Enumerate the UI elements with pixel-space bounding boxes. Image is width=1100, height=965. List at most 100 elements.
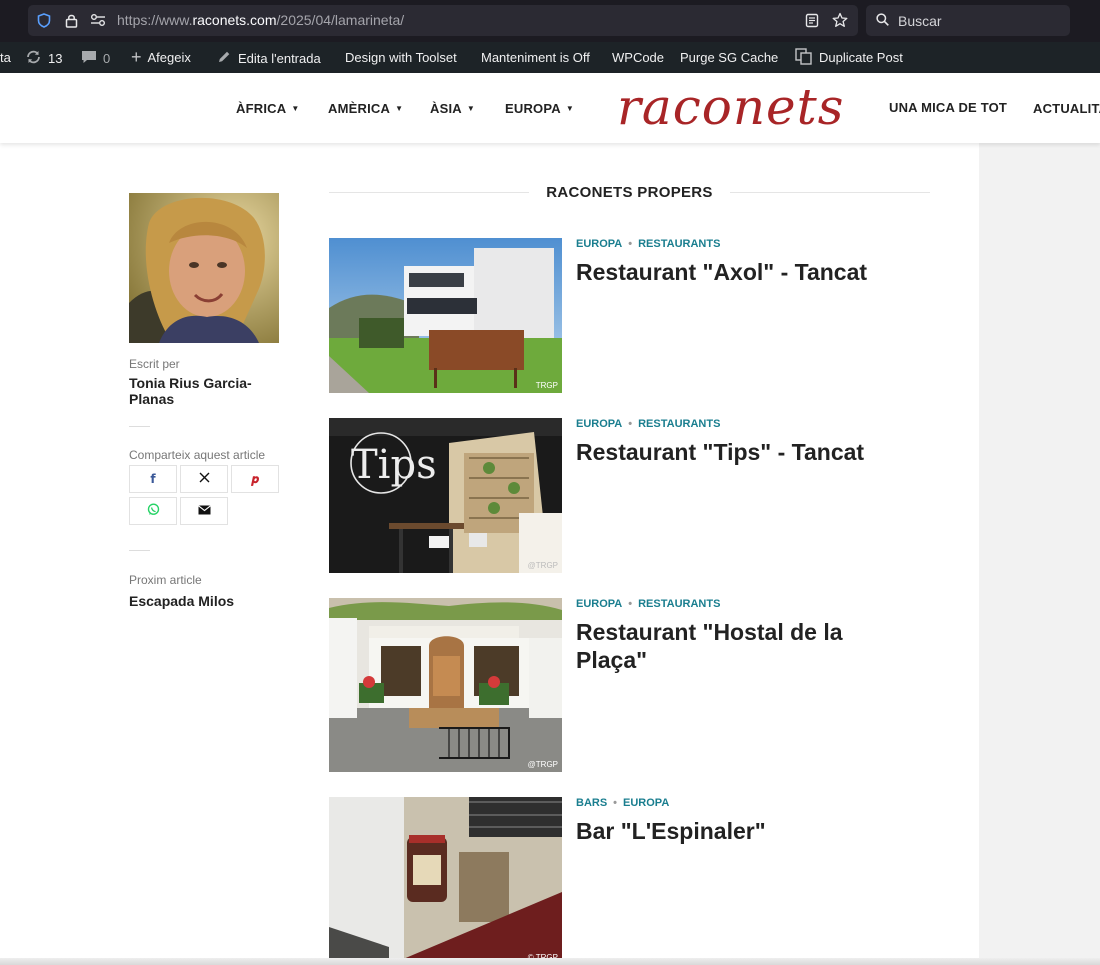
nav-item-europa[interactable]: EUROPA ▼ — [505, 101, 574, 116]
pinterest-icon: 𝒑 — [251, 471, 259, 486]
category-link[interactable]: RESTAURANTS — [638, 598, 720, 610]
category-separator: • — [628, 598, 633, 610]
nav-item-asia[interactable]: ÀSIA ▼ — [430, 101, 475, 116]
photo-watermark: @TRGP — [527, 561, 558, 570]
photo-watermark: @TRGP — [527, 760, 558, 769]
browser-toolbar: https://www.raconets.com/2025/04/lamarin… — [0, 0, 1100, 42]
chevron-down-icon: ▼ — [565, 104, 574, 113]
reader-view-icon[interactable] — [805, 13, 819, 30]
refresh-icon — [25, 50, 42, 66]
comment-icon — [81, 50, 97, 66]
category-link[interactable]: EUROPA — [623, 797, 669, 809]
admin-maintenance[interactable]: Manteniment is Off — [481, 50, 590, 65]
share-email-button[interactable] — [180, 497, 228, 525]
wp-admin-bar: ta 13 0 + Afegeix Edita l'entrada Design… — [0, 42, 1100, 73]
chevron-down-icon: ▼ — [466, 104, 475, 113]
shield-icon[interactable] — [37, 13, 51, 30]
photo-watermark: TRGP — [535, 381, 558, 390]
add-new-label: Afegeix — [147, 50, 191, 65]
post-title[interactable]: Bar "L'Espinaler" — [576, 817, 906, 845]
whatsapp-icon — [147, 503, 160, 519]
admin-duplicate-post[interactable]: Duplicate Post — [795, 48, 903, 67]
category-link[interactable]: RESTAURANTS — [638, 418, 720, 430]
share-x-button[interactable] — [180, 465, 228, 493]
share-pinterest-button[interactable]: 𝒑 — [231, 465, 279, 493]
category-separator: • — [628, 238, 633, 250]
post-categories: BARS • EUROPA — [576, 797, 669, 809]
category-link[interactable]: EUROPA — [576, 238, 622, 250]
sidebar-divider — [129, 550, 150, 551]
bookmark-star-icon[interactable] — [832, 12, 848, 30]
nav-item-africa[interactable]: ÀFRICA ▼ — [236, 101, 299, 116]
admin-edit-post[interactable]: Edita l'entrada — [217, 50, 321, 66]
toolset-label: Design with Toolset — [345, 50, 457, 65]
post-categories: EUROPA • RESTAURANTS — [576, 238, 720, 250]
category-link[interactable]: BARS — [576, 797, 607, 809]
admin-add-new[interactable]: + Afegeix — [131, 47, 191, 67]
post-thumbnail[interactable]: @TRGP — [329, 598, 562, 772]
site-logo[interactable]: raconets — [617, 79, 844, 135]
author-avatar[interactable] — [129, 193, 279, 343]
x-icon — [199, 472, 210, 486]
next-article-label: Proxim article — [129, 573, 202, 587]
share-whatsapp-button[interactable] — [129, 497, 177, 525]
category-link[interactable]: EUROPA — [576, 598, 622, 610]
right-gutter — [979, 143, 1100, 965]
admin-purge-cache[interactable]: Purge SG Cache — [680, 50, 778, 65]
facebook-icon: f — [150, 472, 156, 486]
next-article-link[interactable]: Escapada Milos — [129, 593, 234, 609]
pencil-icon — [217, 50, 232, 66]
category-link[interactable]: EUROPA — [576, 418, 622, 430]
admin-wpcode[interactable]: WPCode — [612, 50, 664, 65]
post-thumbnail[interactable]: TRGP — [329, 238, 562, 393]
search-icon — [876, 13, 889, 26]
category-link[interactable]: RESTAURANTS — [638, 238, 720, 250]
page-bottom-edge — [0, 958, 1100, 965]
search-placeholder: Buscar — [898, 13, 942, 29]
share-facebook-button[interactable]: f — [129, 465, 177, 493]
duplicate-icon — [795, 48, 813, 67]
admin-site-label: ta — [0, 50, 11, 65]
author-name-line1[interactable]: Tonia Rius Garcia- — [129, 375, 252, 391]
post-thumbnail[interactable]: © TRGP — [329, 797, 562, 965]
post-title[interactable]: Restaurant "Tips" - Tancat — [576, 438, 906, 466]
plus-icon: + — [131, 47, 142, 67]
nav-label: ÀFRICA — [236, 101, 287, 116]
address-bar[interactable]: https://www.raconets.com/2025/04/lamarin… — [28, 5, 858, 36]
browser-search-box[interactable]: Buscar — [866, 5, 1070, 36]
permissions-icon[interactable] — [90, 13, 106, 29]
lock-icon[interactable] — [65, 13, 78, 30]
section-title-label: RACONETS PROPERS — [546, 184, 713, 201]
author-name-line2[interactable]: Planas — [129, 391, 174, 407]
post-title[interactable]: Restaurant "Axol" - Tancat — [576, 258, 906, 286]
admin-site-link[interactable]: ta — [0, 50, 11, 65]
share-label: Comparteix aquest article — [129, 448, 266, 462]
nav-item-una-mica-de-tot[interactable]: UNA MICA DE TOT — [889, 100, 1007, 115]
category-separator: • — [613, 797, 618, 809]
section-title: RACONETS PROPERS — [329, 184, 930, 204]
post-categories: EUROPA • RESTAURANTS — [576, 418, 720, 430]
sidebar-divider — [129, 426, 150, 427]
post-thumbnail[interactable]: Tips @TRGP — [329, 418, 562, 573]
updates-count: 13 — [48, 50, 63, 66]
maintenance-label: Manteniment is Off — [481, 50, 590, 65]
nav-label: EUROPA — [505, 101, 561, 116]
photo-sign-text: Tips — [351, 442, 437, 488]
site-header: ÀFRICA ▼ AMÈRICA ▼ ÀSIA ▼ EUROPA ▼ raconets … — [0, 73, 1100, 143]
wpcode-label: WPCode — [612, 50, 665, 65]
url-text[interactable]: https://www.raconets.com/2025/04/lamarin… — [117, 12, 404, 28]
admin-comments[interactable]: 0 — [81, 50, 110, 66]
duplicate-post-label: Duplicate Post — [819, 50, 903, 65]
post-title[interactable]: Restaurant "Hostal de la Plaça" — [576, 618, 906, 674]
nav-item-actualitat[interactable]: ACTUALITA — [1033, 101, 1100, 116]
purge-cache-label: Purge SG Cache — [680, 50, 779, 65]
nav-item-america[interactable]: AMÈRICA ▼ — [328, 101, 403, 116]
comments-count: 0 — [103, 50, 111, 66]
nav-label: ÀSIA — [430, 101, 462, 116]
chevron-down-icon: ▼ — [395, 104, 404, 113]
written-by-label: Escrit per — [129, 357, 180, 371]
admin-updates[interactable]: 13 — [25, 50, 62, 66]
chevron-down-icon: ▼ — [291, 104, 300, 113]
category-separator: • — [628, 418, 633, 430]
admin-toolset[interactable]: Design with Toolset — [345, 50, 457, 65]
